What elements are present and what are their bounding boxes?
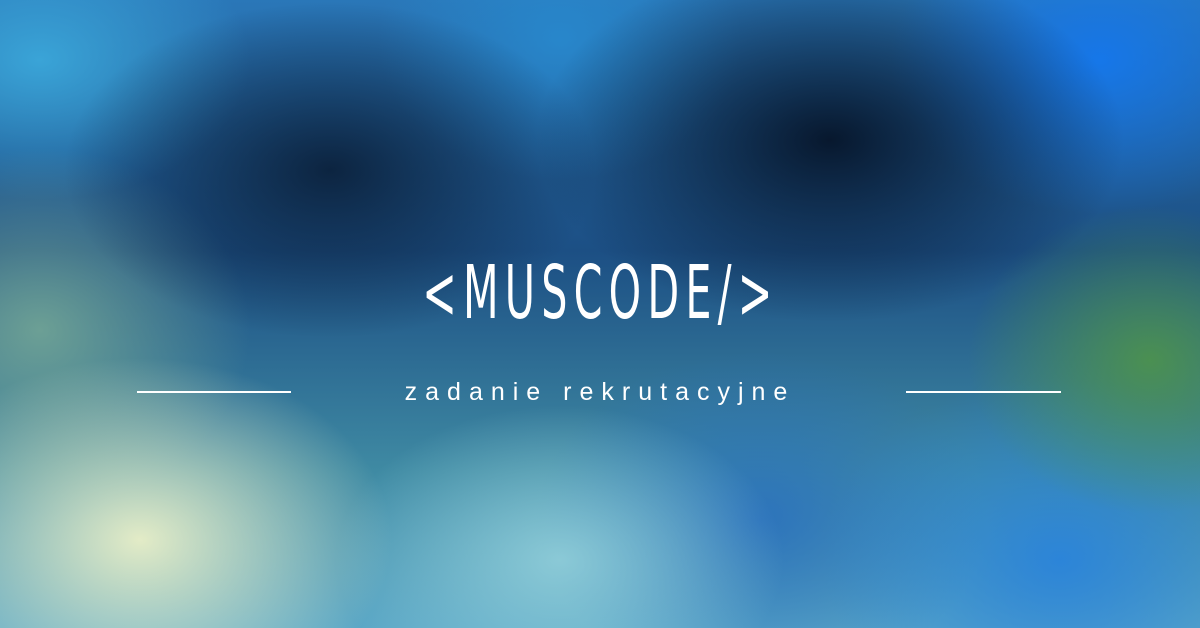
right-divider <box>906 391 1061 393</box>
banner-content: <MUSCODE/> zadanie rekrutacyjne <box>0 0 1200 628</box>
subtitle: zadanie rekrutacyjne <box>404 378 796 406</box>
brand-title: <MUSCODE/> <box>0 248 1200 338</box>
brand-title-text: <MUSCODE/> <box>421 250 779 336</box>
subtitle-row: zadanie rekrutacyjne <box>0 370 1200 410</box>
left-divider <box>137 391 291 393</box>
banner: <MUSCODE/> zadanie rekrutacyjne <box>0 0 1200 628</box>
